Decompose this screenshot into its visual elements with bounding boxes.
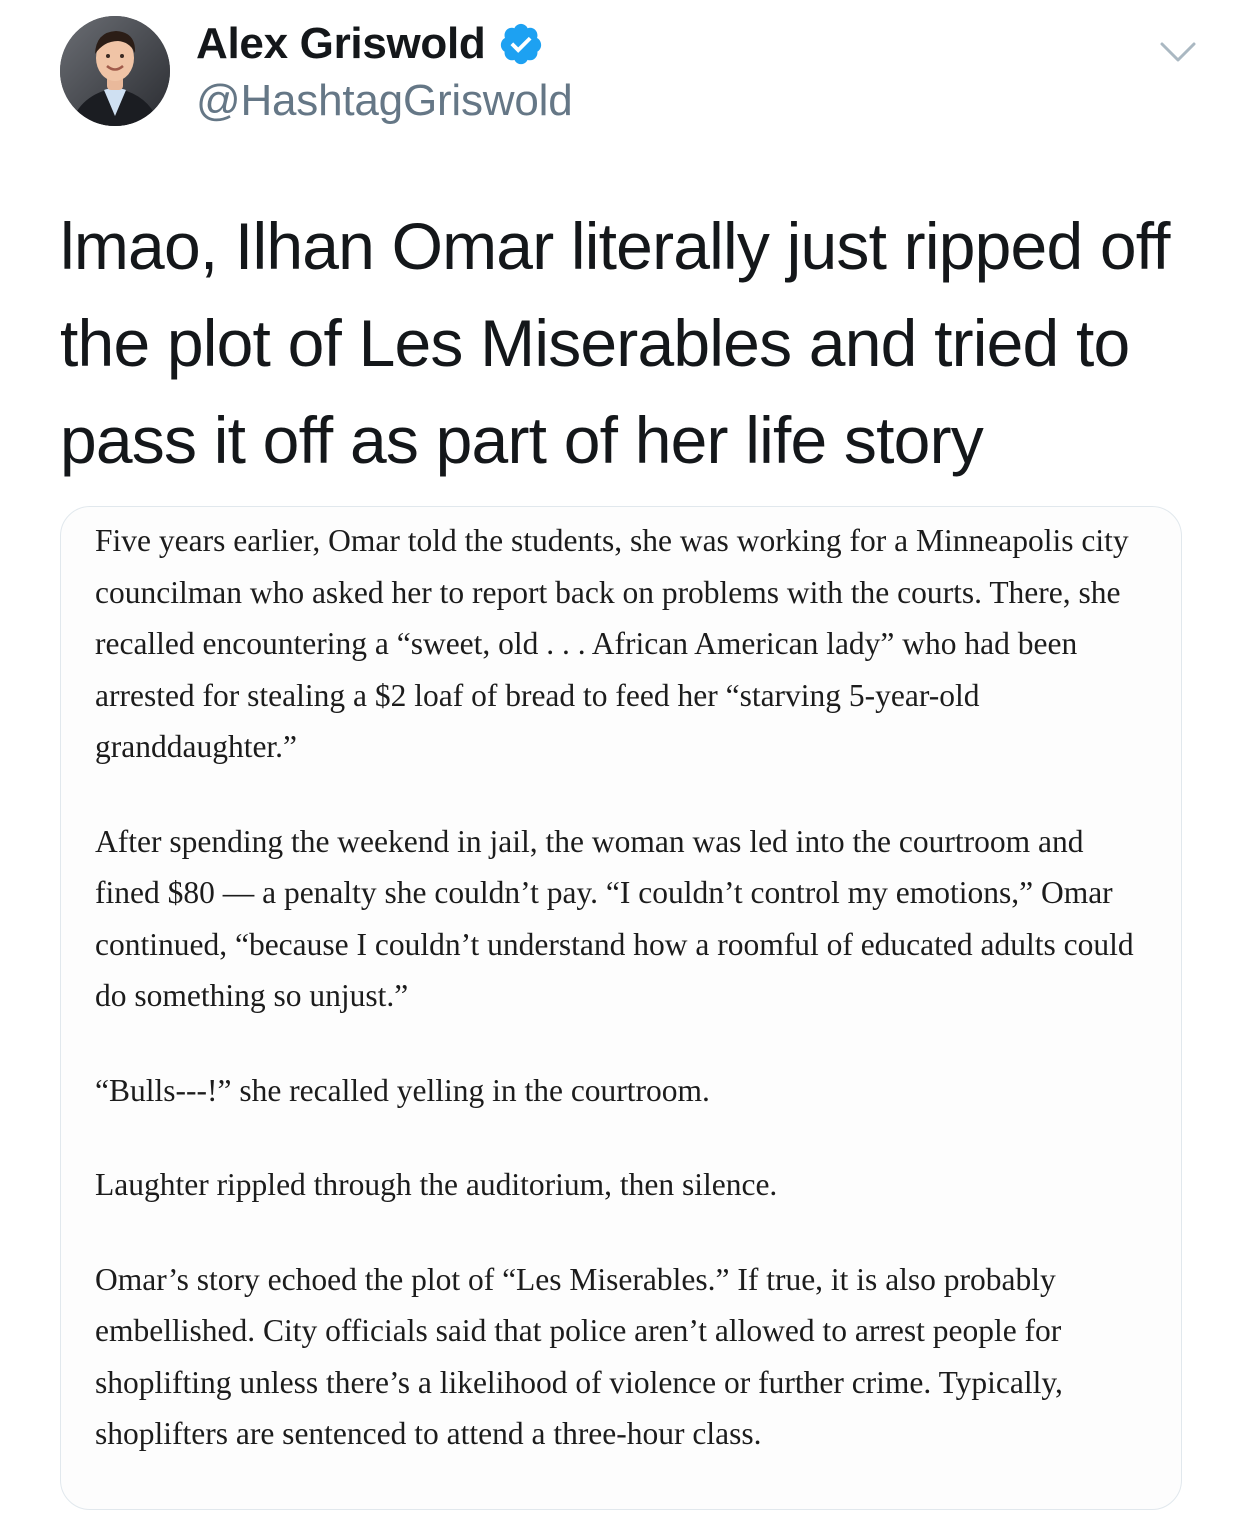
article-excerpt: Five years earlier, Omar told the studen… (95, 515, 1155, 1503)
article-paragraph-3: “Bulls---!” she recalled yelling in the … (95, 1072, 710, 1108)
profile-photo (60, 16, 170, 126)
avatar[interactable] (60, 16, 170, 126)
article-paragraph-1: Five years earlier, Omar told the studen… (95, 523, 1129, 764)
chevron-down-icon[interactable] (1156, 30, 1200, 74)
display-name[interactable]: Alex Griswold (196, 19, 486, 69)
author-info[interactable]: Alex Griswold @HashtagGriswold (196, 18, 573, 126)
article-paragraph-5: Omar’s story echoed the plot of “Les Mis… (95, 1261, 1063, 1452)
article-paragraph-4: Laughter rippled through the auditorium,… (95, 1167, 778, 1202)
tweet-text: lmao, Ilhan Omar literally just ripped o… (60, 209, 1170, 477)
article-paragraph-2: After spending the weekend in jail, the … (95, 823, 1134, 1014)
verified-badge-icon (498, 21, 544, 67)
tweet-header: Alex Griswold @HashtagGriswold (60, 16, 1200, 128)
handle[interactable]: @HashtagGriswold (196, 76, 573, 126)
display-name-row: Alex Griswold (196, 18, 573, 70)
tweet-media-image[interactable]: Five years earlier, Omar told the studen… (60, 506, 1182, 1510)
